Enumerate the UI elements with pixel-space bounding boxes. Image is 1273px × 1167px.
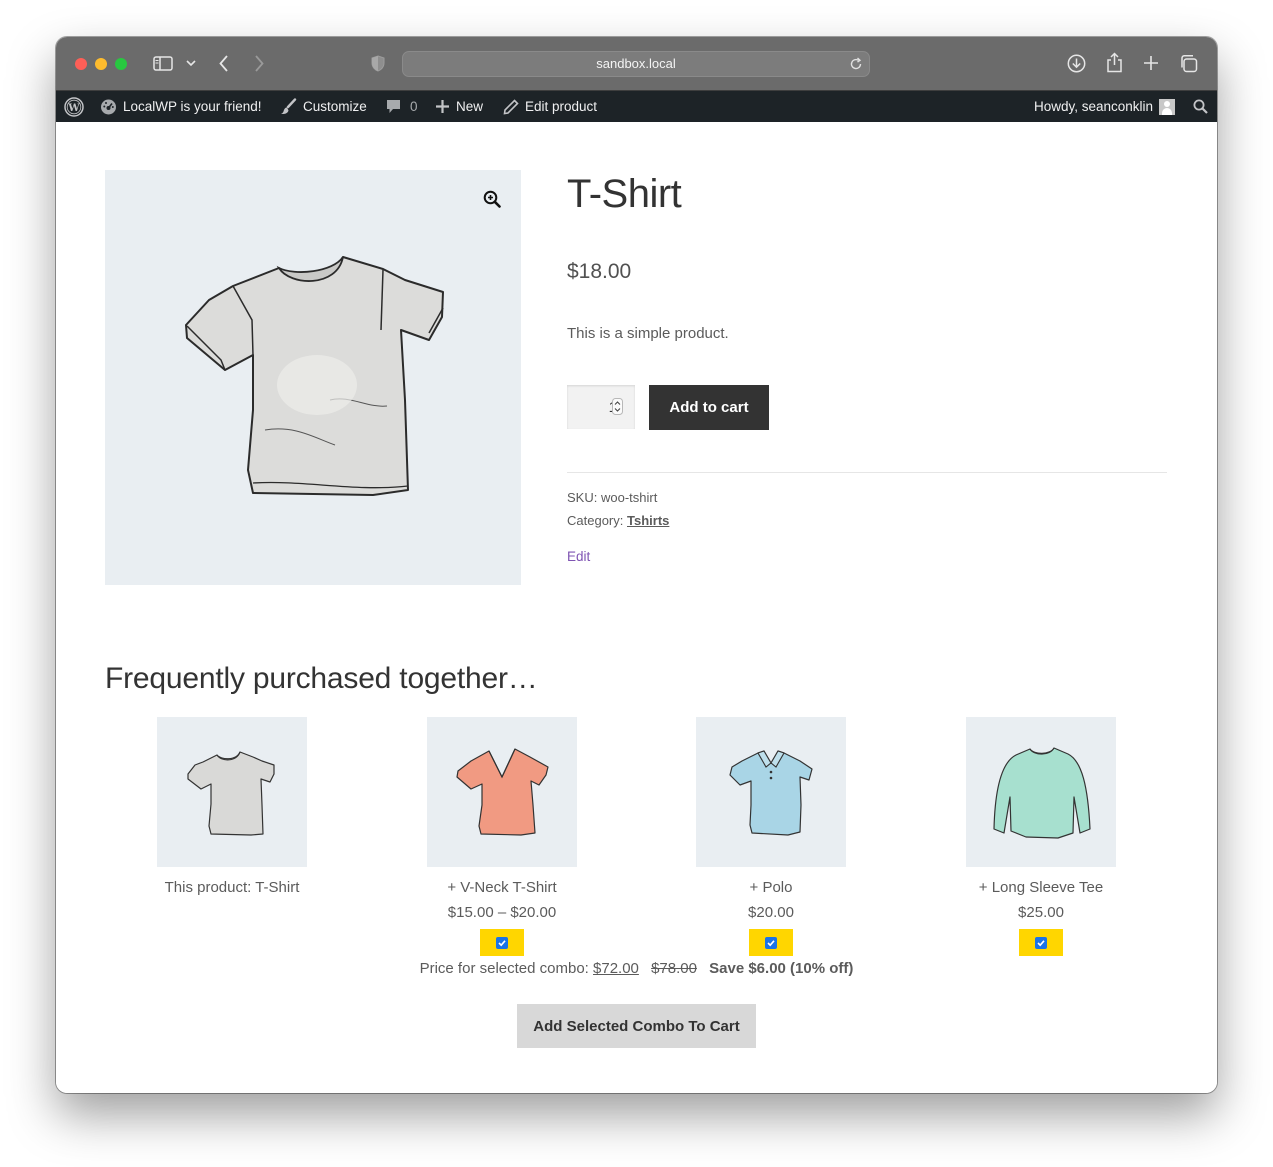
edit-product-link[interactable]: Edit product xyxy=(503,91,597,122)
comments-count: 0 xyxy=(410,99,418,114)
my-account-link[interactable]: Howdy, seanconklin xyxy=(1034,91,1176,122)
product-price: $18.00 xyxy=(567,260,632,283)
comments-link[interactable]: 0 xyxy=(385,91,418,122)
fpt-item-checkbox[interactable] xyxy=(749,929,793,956)
paintbrush-icon xyxy=(281,98,297,114)
fpt-item-name: This product: T-Shirt xyxy=(164,879,300,896)
tshirt-illustration xyxy=(185,256,444,496)
dashboard-icon xyxy=(101,99,116,115)
new-content-link[interactable]: New xyxy=(435,91,483,122)
customize-link[interactable]: Customize xyxy=(280,91,367,122)
browser-window: sandbox.local W LocalWP is your friend! xyxy=(56,37,1217,1093)
url-text: sandbox.local xyxy=(596,56,676,71)
wp-admin-bar: W LocalWP is your friend! Customize 0 Ne… xyxy=(56,91,1217,122)
forward-icon[interactable] xyxy=(254,55,264,72)
add-to-cart-button[interactable]: Add to cart xyxy=(649,385,769,430)
tabs-overview-icon[interactable] xyxy=(1179,54,1198,73)
stepper-arrows-icon[interactable] xyxy=(612,398,623,415)
new-tab-icon[interactable] xyxy=(1143,55,1159,71)
combo-sale-price: $72.00 xyxy=(593,960,639,977)
checkbox-checked-icon xyxy=(496,937,508,949)
fpt-item: + Long Sleeve Tee $25.00 xyxy=(921,717,1161,956)
fpt-item-name: + Long Sleeve Tee xyxy=(978,879,1104,896)
back-icon[interactable] xyxy=(219,55,229,72)
pencil-icon xyxy=(503,98,519,114)
combo-price-label: Price for selected combo: xyxy=(419,960,589,977)
tshirt-thumbnail-icon xyxy=(187,751,275,836)
howdy-label: Howdy, seanconklin xyxy=(1034,99,1154,114)
product-sku: SKU: woo-tshirt xyxy=(567,490,657,505)
fpt-item-image[interactable] xyxy=(966,717,1116,867)
wordpress-logo-icon[interactable]: W xyxy=(64,91,84,122)
sku-value: woo-tshirt xyxy=(600,490,658,505)
plus-icon xyxy=(436,100,449,113)
long-sleeve-tee-thumbnail-icon xyxy=(993,747,1091,839)
combo-savings: Save $6.00 (10% off) xyxy=(709,960,854,977)
fpt-item-checkbox[interactable] xyxy=(480,929,524,956)
category-label: Category: xyxy=(567,513,624,528)
reload-icon[interactable] xyxy=(849,57,863,76)
fpt-item-price: $25.00 xyxy=(1018,904,1064,921)
fpt-item-image[interactable] xyxy=(427,717,577,867)
fpt-item-price: $15.00 – $20.00 xyxy=(447,904,557,921)
sidebar-icon[interactable] xyxy=(153,56,173,71)
fpt-item-image[interactable] xyxy=(696,717,846,867)
fpt-item-image[interactable] xyxy=(157,717,307,867)
vneck-tshirt-thumbnail-icon xyxy=(456,748,549,836)
combo-regular-price: $78.00 xyxy=(651,960,697,977)
quantity-stepper[interactable] xyxy=(567,385,635,429)
fpt-item: + V-Neck T-Shirt $15.00 – $20.00 xyxy=(382,717,622,956)
polo-thumbnail-icon xyxy=(729,750,813,836)
fpt-item-price: $20.00 xyxy=(748,904,794,921)
shield-icon xyxy=(371,55,385,72)
checkbox-checked-icon xyxy=(765,937,777,949)
product-short-description: This is a simple product. xyxy=(567,325,729,342)
comment-bubble-icon xyxy=(387,100,400,113)
share-icon[interactable] xyxy=(1106,52,1123,73)
checkbox-checked-icon xyxy=(1035,937,1047,949)
minimize-window-button[interactable] xyxy=(95,58,107,70)
product-category: Category: Tshirts xyxy=(567,513,669,528)
fpt-item: This product: T-Shirt xyxy=(112,717,352,897)
combo-price-line: Price for selected combo: $72.00 $78.00 … xyxy=(56,960,1217,977)
sku-label: SKU: xyxy=(567,490,598,505)
avatar xyxy=(1159,98,1176,115)
fpt-item: + Polo $20.00 xyxy=(651,717,891,956)
chevron-down-icon[interactable] xyxy=(186,60,196,67)
page-content: T-Shirt $18.00 This is a simple product.… xyxy=(56,122,1217,1093)
edit-product-label: Edit product xyxy=(525,99,598,114)
edit-link[interactable]: Edit xyxy=(567,549,590,564)
fpt-section-title: Frequently purchased together… xyxy=(105,662,538,695)
product-title: T-Shirt xyxy=(567,172,682,216)
add-combo-to-cart-button[interactable]: Add Selected Combo To Cart xyxy=(517,1004,756,1048)
address-bar[interactable]: sandbox.local xyxy=(402,51,870,77)
category-link[interactable]: Tshirts xyxy=(627,513,669,528)
search-icon[interactable] xyxy=(1193,91,1208,122)
meta-divider xyxy=(567,472,1167,473)
customize-label: Customize xyxy=(303,99,367,114)
new-label: New xyxy=(456,99,484,114)
site-name-label: LocalWP is your friend! xyxy=(123,99,262,114)
zoom-window-button[interactable] xyxy=(115,58,127,70)
fpt-item-name: + V-Neck T-Shirt xyxy=(447,879,557,896)
download-icon[interactable] xyxy=(1067,54,1086,73)
site-name-link[interactable]: LocalWP is your friend! xyxy=(100,91,262,122)
fpt-item-name: + Polo xyxy=(749,879,793,896)
close-window-button[interactable] xyxy=(75,58,87,70)
fpt-item-checkbox[interactable] xyxy=(1019,929,1063,956)
svg-text:W: W xyxy=(67,103,80,114)
browser-toolbar: sandbox.local xyxy=(56,37,1217,91)
quantity-input[interactable] xyxy=(567,385,617,429)
product-image[interactable] xyxy=(105,170,521,585)
